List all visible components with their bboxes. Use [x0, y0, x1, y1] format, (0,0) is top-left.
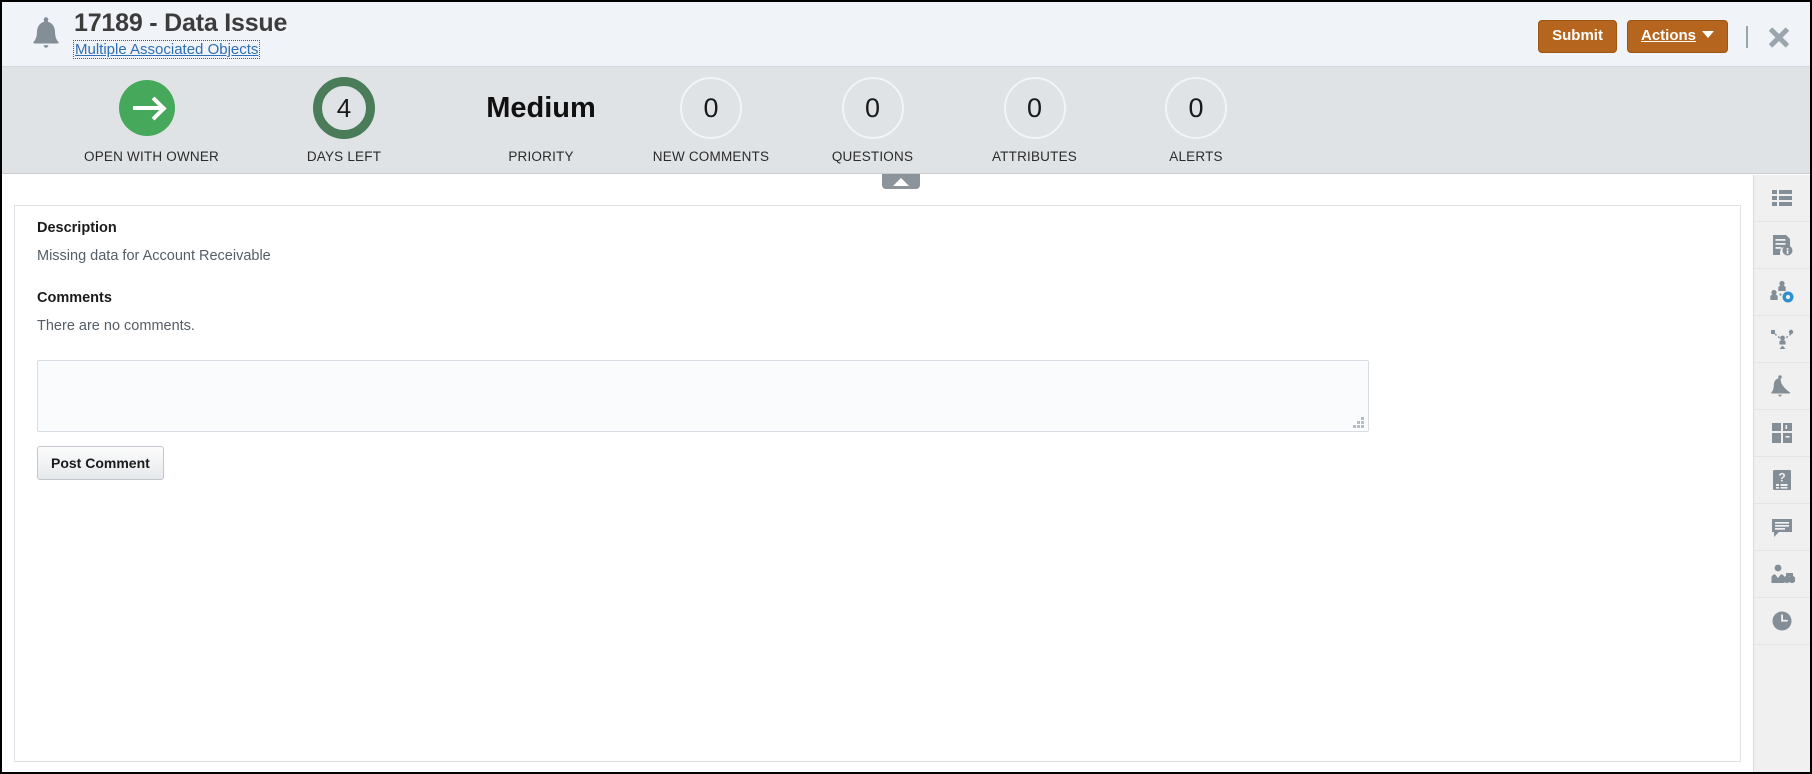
- actions-button-label: Actions: [1640, 27, 1696, 44]
- resize-handle-icon[interactable]: [1353, 417, 1364, 428]
- sidebar-item-history[interactable]: [1754, 598, 1810, 645]
- questions-visual: 0: [812, 77, 933, 139]
- metric-attributes[interactable]: 0 ATTRIBUTES: [967, 77, 1102, 164]
- right-sidebar: ?: [1753, 175, 1810, 772]
- chevron-down-icon: [1702, 31, 1714, 38]
- metric-new-comments-label: NEW COMMENTS: [652, 149, 770, 164]
- sidebar-item-list[interactable]: [1754, 175, 1810, 222]
- metric-attributes-value: 0: [1003, 77, 1066, 139]
- comment-icon: [1772, 519, 1792, 537]
- chevron-up-icon: [893, 177, 909, 186]
- sidebar-item-details[interactable]: [1754, 222, 1810, 269]
- description-heading: Description: [37, 220, 117, 236]
- bell-icon: [24, 12, 68, 56]
- comment-input[interactable]: [37, 360, 1369, 432]
- metric-priority-label: PRIORITY: [508, 149, 574, 164]
- clock-icon: [1772, 611, 1792, 631]
- svg-text:?: ?: [1778, 471, 1785, 485]
- attributes-visual: 0: [967, 77, 1102, 139]
- bell-icon: [1771, 375, 1791, 397]
- metric-alerts[interactable]: 0 ALERTS: [1145, 77, 1247, 164]
- page-title: 17189 - Data Issue: [74, 9, 288, 37]
- metric-questions[interactable]: 0 QUESTIONS: [812, 77, 933, 164]
- metric-days-left-value: 4: [313, 77, 375, 139]
- metric-status[interactable]: OPEN WITH OWNER: [84, 77, 219, 164]
- no-comments-text: There are no comments.: [37, 318, 195, 334]
- metric-priority-value: Medium: [486, 91, 596, 124]
- main-content: Description Missing data for Account Rec…: [2, 175, 1753, 772]
- arrow-right-icon: [119, 80, 175, 136]
- actions-button[interactable]: Actions: [1626, 20, 1728, 53]
- close-icon[interactable]: [1766, 24, 1792, 50]
- sidebar-item-participants[interactable]: [1754, 269, 1810, 316]
- metric-alerts-value: 0: [1165, 77, 1227, 139]
- days-left-visual: 4: [284, 77, 404, 139]
- new-comments-visual: 0: [640, 77, 782, 139]
- page-header: 17189 - Data Issue Multiple Associated O…: [2, 2, 1810, 67]
- post-comment-button[interactable]: Post Comment: [37, 446, 164, 480]
- metric-priority[interactable]: Medium PRIORITY: [471, 77, 611, 165]
- hierarchy-icon: [1771, 329, 1794, 349]
- status-visual: [84, 77, 210, 139]
- alerts-visual: 0: [1145, 77, 1247, 139]
- question-icon: ?: [1773, 470, 1791, 490]
- sidebar-item-hierarchy[interactable]: [1754, 316, 1810, 363]
- sidebar-item-observers[interactable]: [1754, 551, 1810, 598]
- submit-button[interactable]: Submit: [1538, 20, 1617, 53]
- comments-heading: Comments: [37, 290, 112, 306]
- metric-status-label: OPEN WITH OWNER: [84, 149, 219, 164]
- associated-objects-link[interactable]: Multiple Associated Objects: [72, 40, 261, 59]
- sidebar-item-layout[interactable]: [1754, 410, 1810, 457]
- detail-panel: Description Missing data for Account Rec…: [14, 205, 1741, 762]
- priority-visual: Medium: [471, 77, 611, 139]
- header-divider: [1746, 25, 1748, 48]
- layout-grid-icon: [1772, 423, 1792, 443]
- metric-questions-value: 0: [841, 77, 904, 139]
- observer-icon: [1771, 564, 1795, 584]
- status-bar: OPEN WITH OWNER 4 DAYS LEFT Medium PRIOR…: [2, 67, 1810, 174]
- sidebar-item-questions[interactable]: ?: [1754, 457, 1810, 504]
- description-text: Missing data for Account Receivable: [37, 248, 271, 264]
- metric-attributes-label: ATTRIBUTES: [991, 149, 1077, 164]
- metric-days-left[interactable]: 4 DAYS LEFT: [284, 77, 404, 164]
- issue-detail-page: 17189 - Data Issue Multiple Associated O…: [0, 0, 1812, 774]
- metric-alerts-label: ALERTS: [1169, 149, 1223, 164]
- collapse-status-bar-tab[interactable]: [882, 174, 920, 189]
- metric-new-comments-value: 0: [680, 77, 742, 139]
- sidebar-item-comments[interactable]: [1754, 504, 1810, 551]
- sidebar-item-alerts[interactable]: [1754, 363, 1810, 410]
- header-actions: Submit Actions: [1538, 20, 1792, 53]
- metric-new-comments[interactable]: 0 NEW COMMENTS: [640, 77, 782, 164]
- people-gear-icon: [1770, 280, 1794, 303]
- metric-questions-label: QUESTIONS: [831, 149, 914, 164]
- header-title-group: 17189 - Data Issue Multiple Associated O…: [72, 8, 288, 59]
- metric-days-left-label: DAYS LEFT: [306, 149, 382, 164]
- list-icon: [1772, 190, 1792, 206]
- document-info-icon: [1773, 235, 1793, 256]
